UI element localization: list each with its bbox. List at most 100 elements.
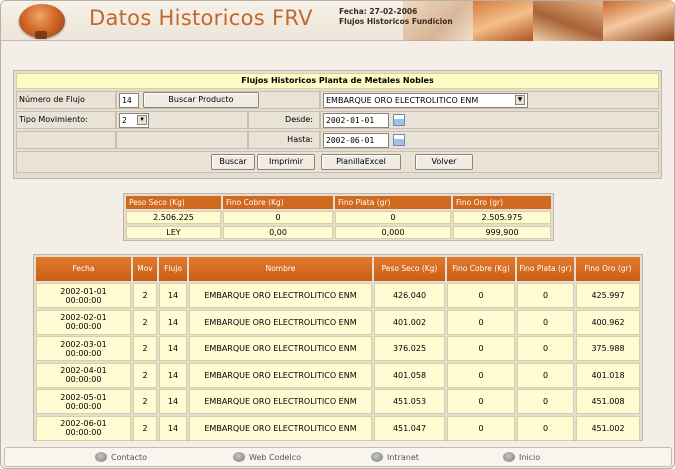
tipo-movimiento-cell: 2 ▼	[116, 111, 248, 129]
peso-seco-cell-text: 376.025	[392, 344, 427, 353]
summary-header: Fino Oro (gr)	[453, 196, 551, 209]
column-header: Fecha	[36, 257, 131, 281]
peso-seco-cell: 376.025	[374, 336, 445, 361]
footer-link-contacto[interactable]: Contacto	[95, 451, 147, 465]
column-header: Fino Plata (gr)	[517, 257, 574, 281]
summary-cell: 0,000	[335, 226, 451, 239]
fino-cobre-cell: 0	[447, 309, 515, 335]
peso-seco-cell: 451.047	[374, 415, 445, 441]
peso-seco-cell: 401.058	[374, 362, 445, 388]
producto-selected-value: EMBARQUE ORO ELECTROLITICO ENM	[326, 96, 479, 105]
flujo-cell: 14	[159, 362, 187, 388]
summary-cell: 0	[223, 211, 333, 224]
fecha-date: 2002-03-01	[60, 339, 107, 349]
fecha-date: 2002-05-01	[60, 392, 107, 402]
flujos-table: Fecha Mov Flujo Nombre Peso Seco (Kg) Fi…	[33, 254, 643, 441]
header-info: Fecha: 27-02-2006 Flujos Historicos Fund…	[339, 7, 453, 27]
tipo-movimiento-value: 2	[122, 116, 127, 125]
fino-oro-cell: 375.988	[576, 336, 640, 361]
fino-oro-cell-text: 451.008	[591, 397, 625, 406]
fino-plata-cell: 0	[517, 389, 574, 414]
hasta-cell: 2002-06-01	[320, 131, 659, 149]
column-header: Fino Oro (gr)	[576, 257, 640, 281]
button-row: Buscar Imprimir PlanillaExcel Volver	[16, 151, 659, 173]
fino-plata-cell-text: 0	[542, 317, 549, 327]
fino-cobre-cell: 0	[447, 389, 515, 414]
fino-plata-cell-text: 0	[542, 397, 549, 406]
footer-label: Contacto	[111, 453, 148, 462]
fecha-value: 27-02-2006	[369, 7, 418, 16]
mov-cell: 2	[133, 415, 157, 441]
calendar-icon[interactable]	[393, 114, 405, 126]
footer-bar: Contacto Web Codelco Intranet Inicio	[4, 447, 672, 467]
fino-oro-cell-text: 451.002	[591, 423, 625, 433]
app-title: Datos Historicos FRV	[89, 6, 313, 30]
nombre-cell: EMBARQUE ORO ELECTROLITICO ENM	[189, 389, 372, 414]
producto-select[interactable]: EMBARQUE ORO ELECTROLITICO ENM ▼	[323, 93, 528, 108]
header-subtitle: Flujos Historicos Fundicion	[339, 17, 453, 26]
flujo-cell-text: 14	[167, 423, 179, 433]
footer-link-web-codelco[interactable]: Web Codelco	[233, 451, 301, 465]
nombre-cell: EMBARQUE ORO ELECTROLITICO ENM	[189, 309, 372, 335]
desde-cell: 2002-01-01	[320, 111, 659, 129]
summary-cell: 0	[335, 211, 451, 224]
fino-cobre-cell-text: 0	[478, 423, 484, 433]
footer-link-intranet[interactable]: Intranet	[371, 451, 419, 465]
buscar-button[interactable]: Buscar	[211, 154, 255, 170]
mov-cell-text: 2	[142, 344, 148, 353]
mov-cell-text: 2	[142, 370, 148, 380]
peso-seco-cell: 451.053	[374, 389, 445, 414]
fino-plata-cell: 0	[517, 283, 574, 308]
chevron-down-icon[interactable]: ▼	[515, 95, 525, 105]
footer-link-inicio[interactable]: Inicio	[503, 451, 540, 465]
planilla-excel-button[interactable]: PlanillaExcel	[321, 154, 401, 170]
peso-seco-cell-text: 401.058	[392, 370, 427, 380]
fino-cobre-cell: 0	[447, 283, 515, 308]
fecha-time: 00:00:00	[65, 295, 102, 305]
imprimir-button[interactable]: Imprimir	[257, 154, 315, 170]
fecha-label: Fecha:	[339, 7, 367, 16]
fino-cobre-cell-text: 0	[478, 370, 484, 380]
fecha-time: 00:00:00	[65, 401, 102, 411]
calendar-icon[interactable]	[393, 134, 405, 146]
fino-oro-cell: 425.997	[576, 283, 640, 308]
fecha-time: 00:00:00	[65, 375, 102, 384]
fecha-time: 00:00:00	[65, 428, 102, 437]
summary-header: Fino Cobre (Kg)	[223, 196, 333, 209]
fino-cobre-cell-text: 0	[478, 344, 484, 353]
fino-oro-cell-text: 400.962	[591, 317, 625, 327]
flujo-cell-text: 14	[167, 344, 179, 353]
globe-icon	[503, 451, 515, 462]
globe-icon	[95, 451, 107, 462]
fino-oro-cell: 400.962	[576, 309, 640, 335]
fino-plata-cell: 0	[517, 336, 574, 361]
buscar-producto-button[interactable]: Buscar Producto	[143, 92, 259, 108]
fino-plata-cell: 0	[517, 309, 574, 335]
volver-button[interactable]: Volver	[415, 154, 473, 170]
flujo-cell-text: 14	[167, 317, 179, 327]
peso-seco-cell-text: 401.002	[392, 317, 427, 327]
column-header: Nombre	[189, 257, 372, 281]
flujo-cell-text: 14	[167, 291, 179, 300]
search-form: Flujos Historicos Planta de Metales Nobl…	[13, 70, 662, 179]
header-photo	[603, 1, 674, 41]
fino-plata-cell-text: 0	[542, 344, 549, 353]
globe-icon	[371, 451, 383, 462]
numero-flujo-cell: 14 Buscar Producto	[116, 91, 320, 109]
mov-cell: 2	[133, 309, 157, 335]
flujo-cell: 14	[159, 336, 187, 361]
summary-table: Peso Seco (Kg) Fino Cobre (Kg) Fino Plat…	[123, 193, 554, 241]
desde-input[interactable]: 2002-01-01	[323, 113, 389, 128]
peso-seco-cell: 426.040	[374, 283, 445, 308]
nombre-cell-text: EMBARQUE ORO ELECTROLITICO ENM	[204, 291, 357, 300]
tipo-movimiento-select[interactable]: 2 ▼	[119, 113, 149, 128]
fecha-date: 2002-04-01	[60, 366, 107, 375]
chevron-down-icon[interactable]: ▼	[137, 115, 147, 125]
mov-cell: 2	[133, 362, 157, 388]
hasta-input[interactable]: 2002-06-01	[323, 133, 389, 148]
mov-cell-text: 2	[142, 291, 148, 300]
numero-flujo-input[interactable]: 14	[119, 93, 139, 108]
nombre-cell: EMBARQUE ORO ELECTROLITICO ENM	[189, 362, 372, 388]
fecha-time: 00:00:00	[65, 322, 102, 331]
fino-plata-cell-text: 0	[542, 423, 549, 433]
